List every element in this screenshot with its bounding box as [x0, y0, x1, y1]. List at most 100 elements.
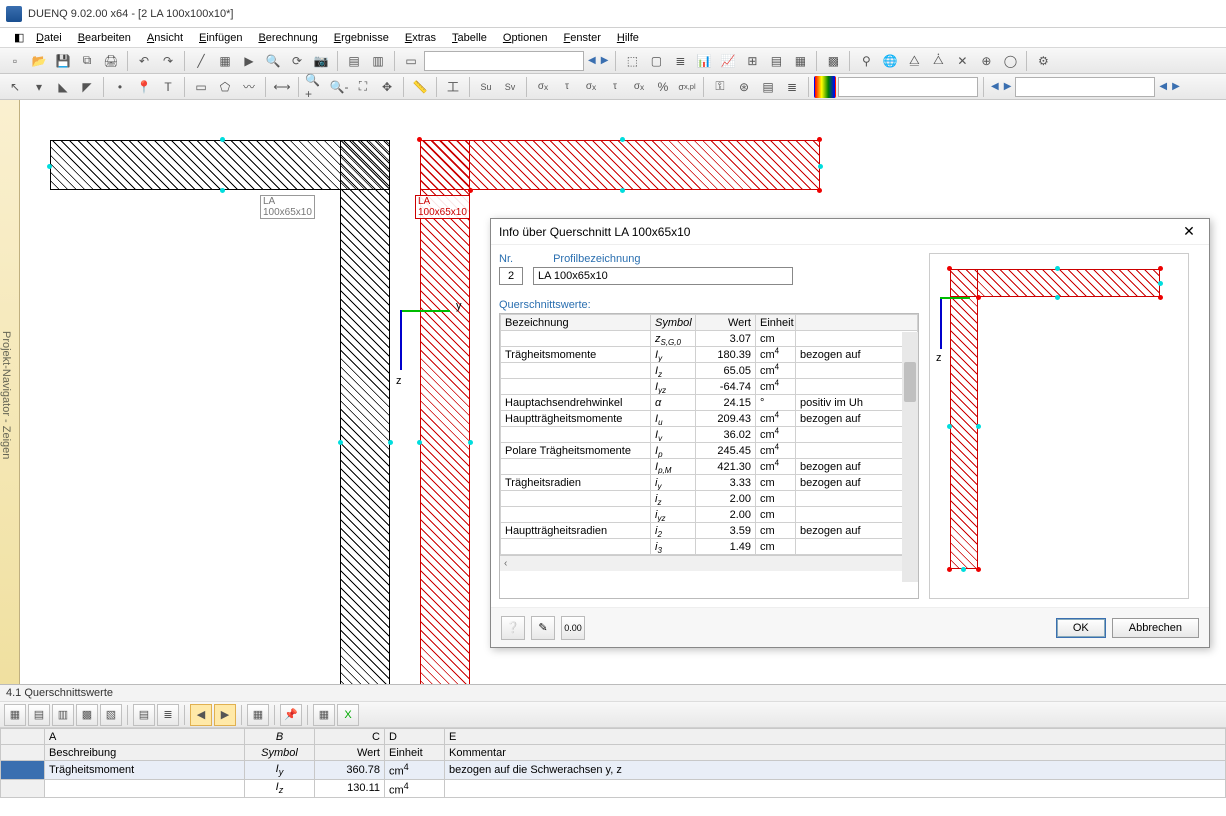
color-icon[interactable]: ▩ [822, 50, 844, 72]
barrow-prev-icon[interactable]: ◀ [190, 704, 212, 726]
section3-icon[interactable]: ▦ [789, 50, 811, 72]
zoom-icon[interactable]: 🔍 [262, 50, 284, 72]
colE[interactable]: E [445, 729, 1226, 745]
table-row[interactable]: Iyz-64.74cm4 [501, 379, 918, 395]
table-row[interactable]: Hauptträgheitsradieni23.59cmbezogen auf [501, 523, 918, 539]
colB[interactable]: B [245, 729, 315, 745]
percent-icon[interactable]: % [652, 76, 674, 98]
bpage1-icon[interactable]: ▤ [133, 704, 155, 726]
barrow-next-icon[interactable]: ▶ [214, 704, 236, 726]
rect-icon[interactable]: ▭ [190, 76, 212, 98]
x-icon[interactable]: ✕ [951, 50, 973, 72]
pin-icon[interactable]: 📍 [133, 76, 155, 98]
sigma2-icon[interactable]: σx [580, 76, 602, 98]
su-icon[interactable]: Su [475, 76, 497, 98]
vscrollbar[interactable] [902, 332, 918, 582]
table-row[interactable]: Iz130.11cm4 [1, 779, 1226, 798]
chart2-icon[interactable]: 📈 [717, 50, 739, 72]
text-icon[interactable]: T [157, 76, 179, 98]
open-icon[interactable]: 📂 [28, 50, 50, 72]
brush-icon[interactable]: ⚿ [709, 76, 731, 98]
units-icon[interactable]: 0.00 [561, 616, 585, 640]
properties-grid[interactable]: Bezeichnung Symbol Wert Einheit zS,G,03.… [499, 313, 919, 599]
mirror-icon[interactable]: ⧋ [903, 50, 925, 72]
form-icon[interactable]: ▭ [400, 50, 422, 72]
menu-tabelle[interactable]: Tabelle [444, 30, 495, 46]
sigma4-icon[interactable]: σx,pl [676, 76, 698, 98]
menu-berechnung[interactable]: Berechnung [250, 30, 325, 46]
table-row[interactable]: Ip,M421.30cm4bezogen auf [501, 459, 918, 475]
app-menu-icon[interactable]: ◧ [6, 29, 28, 46]
node-icon[interactable]: • [109, 76, 131, 98]
table-row[interactable]: HauptträgheitsmomenteIu209.43cm4bezogen … [501, 411, 918, 427]
list-icon[interactable]: ≣ [781, 76, 803, 98]
circle-icon[interactable]: ◯ [999, 50, 1021, 72]
props-icon[interactable]: ▤ [757, 76, 779, 98]
edit-icon[interactable]: ✎ [531, 616, 555, 640]
prev3-icon[interactable]: ◀ [1157, 81, 1169, 92]
table-row[interactable]: Polare TrägheitsmomenteIp245.45cm4 [501, 443, 918, 459]
table-row[interactable]: Trägheitsradieniy3.33cmbezogen auf [501, 475, 918, 491]
combo-loadcase[interactable] [424, 51, 584, 71]
colD[interactable]: D [385, 729, 445, 745]
select-icon[interactable]: ⬚ [621, 50, 643, 72]
close-icon[interactable]: ✕ [1177, 223, 1201, 240]
btab4-icon[interactable]: ▩ [76, 704, 98, 726]
diag2-icon[interactable]: ◤ [76, 76, 98, 98]
chart-icon[interactable]: 📊 [693, 50, 715, 72]
save-icon[interactable]: 💾 [52, 50, 74, 72]
dim-icon[interactable]: ⟷ [271, 76, 293, 98]
nr-field[interactable]: 2 [499, 267, 523, 285]
bpage2-icon[interactable]: ≣ [157, 704, 179, 726]
bfilter-icon[interactable]: ▦ [247, 704, 269, 726]
new-icon[interactable]: ▫ [4, 50, 26, 72]
menu-fenster[interactable]: Fenster [556, 30, 609, 46]
pan-icon[interactable]: ✥ [376, 76, 398, 98]
table-row[interactable]: Iv36.02cm4 [501, 427, 918, 443]
cursor-icon[interactable]: ↖ [4, 76, 26, 98]
table-row[interactable]: Iz65.05cm4 [501, 363, 918, 379]
btab1-icon[interactable]: ▦ [4, 704, 26, 726]
table-row[interactable]: iyz2.00cm [501, 507, 918, 523]
colA[interactable]: A [45, 729, 245, 745]
menu-ansicht[interactable]: Ansicht [139, 30, 191, 46]
spectrum-icon[interactable] [814, 76, 836, 98]
refresh-icon[interactable]: ⟳ [286, 50, 308, 72]
table-row[interactable]: TrägheitsmomentIy360.78cm4bezogen auf di… [1, 761, 1226, 780]
combo-step[interactable] [1015, 77, 1155, 97]
menu-einfuegen[interactable]: Einfügen [191, 30, 250, 46]
target2-icon[interactable]: ⊛ [733, 76, 755, 98]
cancel-button[interactable]: Abbrechen [1112, 618, 1199, 638]
bpin-icon[interactable]: 📌 [280, 704, 302, 726]
side-tab-navigator[interactable]: Projekt-Navigator - Zeigen [0, 100, 20, 684]
grid-icon[interactable]: ▦ [214, 50, 236, 72]
tau-icon[interactable]: τ [556, 76, 578, 98]
btab5-icon[interactable]: ▧ [100, 704, 122, 726]
line-icon[interactable]: ╱ [190, 50, 212, 72]
menu-datei[interactable]: Datei [28, 30, 70, 46]
help-icon[interactable]: ❔ [501, 616, 525, 640]
redo-icon[interactable]: ↷ [157, 50, 179, 72]
sv-icon[interactable]: Sv [499, 76, 521, 98]
btab2-icon[interactable]: ▤ [28, 704, 50, 726]
dialog-titlebar[interactable]: Info über Querschnitt LA 100x65x10 ✕ [491, 219, 1209, 245]
dropdown-icon[interactable]: ▾ [28, 76, 50, 98]
ok-button[interactable]: OK [1056, 618, 1106, 638]
saveall-icon[interactable]: ⧉ [76, 50, 98, 72]
run-icon[interactable]: ▶ [238, 50, 260, 72]
prev2-icon[interactable]: ◀ [989, 81, 1001, 92]
target-icon[interactable]: ⊕ [975, 50, 997, 72]
table-row[interactable]: iz2.00cm [501, 491, 918, 507]
sigma3-icon[interactable]: σx [628, 76, 650, 98]
menu-optionen[interactable]: Optionen [495, 30, 556, 46]
mirror2-icon[interactable]: ⧊ [927, 50, 949, 72]
poly-icon[interactable]: ⬠ [214, 76, 236, 98]
undo-icon[interactable]: ↶ [133, 50, 155, 72]
menu-extras[interactable]: Extras [397, 30, 444, 46]
btab3-icon[interactable]: ▥ [52, 704, 74, 726]
layers-icon[interactable]: ≣ [669, 50, 691, 72]
fit-icon[interactable]: ⛶ [352, 76, 374, 98]
curve-icon[interactable]: 〰 [238, 76, 260, 98]
profil-field[interactable]: LA 100x65x10 [533, 267, 793, 285]
hscrollbar[interactable]: ‹› [500, 555, 918, 571]
